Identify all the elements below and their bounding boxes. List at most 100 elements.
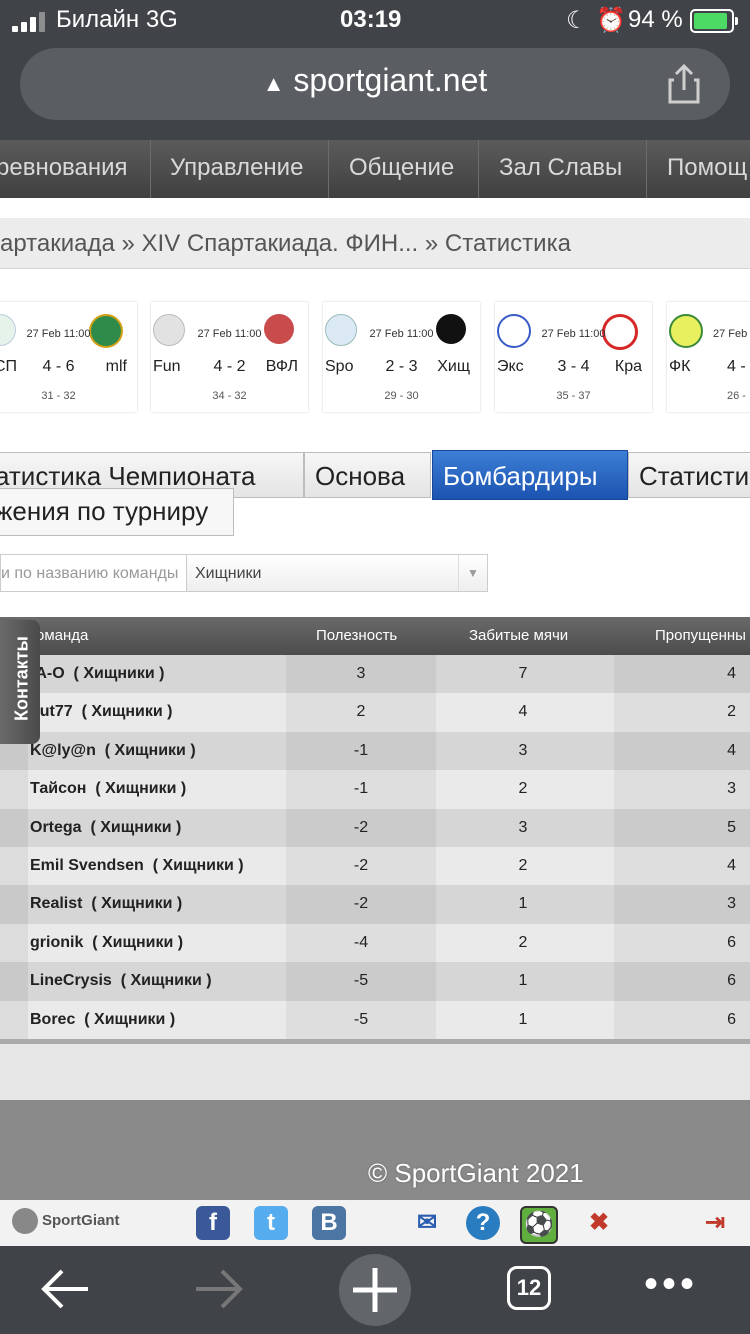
tab-standings[interactable]: жения по турниру bbox=[0, 488, 234, 536]
player-cell[interactable]: hut77 ( Хищники ) bbox=[30, 703, 172, 721]
signal-icon bbox=[12, 10, 50, 32]
usefulness-cell: -5 bbox=[353, 1010, 369, 1028]
share-icon[interactable] bbox=[666, 64, 702, 104]
player-name[interactable]: K@ly@n bbox=[30, 742, 96, 759]
tabs-button[interactable]: 12 bbox=[507, 1266, 551, 1310]
twitter-icon[interactable]: t bbox=[254, 1206, 288, 1240]
mail-icon[interactable]: ✉ bbox=[410, 1206, 444, 1240]
match-card[interactable]: 27 Feb 11:00 Spo 2 - 3 Хищ 29 - 30 bbox=[323, 302, 480, 412]
usefulness-cell: -4 bbox=[353, 933, 369, 951]
logout-icon[interactable]: ⇥ bbox=[698, 1206, 732, 1240]
usefulness-cell: -2 bbox=[353, 818, 369, 836]
team-select[interactable]: Хищники ▼ bbox=[186, 554, 488, 592]
battery-percent: 94 % bbox=[628, 6, 683, 33]
help-icon[interactable]: ? bbox=[466, 1206, 500, 1240]
match-card[interactable]: 27 Feb ФК 4 - 26 - bbox=[667, 302, 750, 412]
match-card[interactable]: 27 Feb 11:00 СП 4 - 6 mlf 31 - 32 bbox=[0, 302, 137, 412]
match-sub: 31 - 32 bbox=[41, 390, 76, 402]
player-name[interactable]: Ortega bbox=[30, 819, 82, 836]
match-date: 27 Feb 11:00 bbox=[369, 328, 434, 340]
site-footer: © SportGiant 2021 bbox=[0, 1100, 750, 1200]
match-away: ВФЛ bbox=[265, 358, 298, 375]
conceded-cell: 3 bbox=[727, 895, 736, 913]
breadcrumb-text[interactable]: артакиада » XIV Спартакиада. ФИН... » Ст… bbox=[0, 230, 571, 258]
match-away: Кра bbox=[614, 358, 642, 375]
warning-icon: ▲ bbox=[262, 71, 285, 96]
player-cell[interactable]: grionik ( Хищники ) bbox=[30, 934, 183, 952]
moon-icon: ☾ bbox=[566, 7, 588, 34]
header-team[interactable]: оманда bbox=[36, 627, 88, 644]
conceded-cell: 6 bbox=[727, 972, 736, 990]
player-cell[interactable]: -А-О ( Хищники ) bbox=[30, 665, 164, 683]
match-sub: 35 - 37 bbox=[556, 390, 591, 402]
sportgiant-logo-icon bbox=[12, 1208, 38, 1234]
more-icon[interactable]: ••• bbox=[644, 1262, 698, 1307]
conceded-cell: 5 bbox=[727, 818, 736, 836]
chevron-down-icon: ▼ bbox=[458, 555, 487, 591]
tools-icon[interactable]: ✖ bbox=[582, 1206, 616, 1240]
player-name[interactable]: Emil Svendsen bbox=[30, 857, 144, 874]
goals-cell: 1 bbox=[518, 895, 528, 913]
new-tab-button[interactable] bbox=[339, 1254, 411, 1326]
player-team: ( Хищники ) bbox=[152, 857, 244, 874]
player-name[interactable]: grionik bbox=[30, 934, 83, 951]
header-usefulness[interactable]: Полезность bbox=[316, 627, 397, 644]
player-cell[interactable]: Ortega ( Хищники ) bbox=[30, 819, 181, 837]
player-team: ( Хищники ) bbox=[73, 665, 165, 682]
conceded-cell: 4 bbox=[727, 741, 736, 759]
conceded-cell: 6 bbox=[727, 1010, 736, 1028]
nav-item-hall-of-fame[interactable]: Зал Славы bbox=[499, 154, 622, 182]
back-arrow-icon[interactable] bbox=[38, 1266, 90, 1312]
team-logo-icon bbox=[669, 314, 703, 348]
goals-cell: 2 bbox=[518, 780, 528, 798]
carrier-label: Билайн 3G bbox=[56, 6, 178, 33]
player-cell[interactable]: Realist ( Хищники ) bbox=[30, 895, 182, 913]
content-bottom-band bbox=[0, 1044, 750, 1102]
alarm-icon: ⏰ bbox=[596, 7, 626, 34]
player-cell[interactable]: Тайсон ( Хищники ) bbox=[30, 780, 186, 798]
player-cell[interactable]: Emil Svendsen ( Хищники ) bbox=[30, 857, 244, 875]
tab-main[interactable]: Основа bbox=[304, 452, 431, 498]
player-team: ( Хищники ) bbox=[120, 972, 212, 990]
goals-cell: 2 bbox=[518, 857, 528, 874]
nav-item-community[interactable]: Общение bbox=[349, 154, 454, 182]
team-search-input[interactable]: и по названию команды bbox=[0, 554, 186, 592]
nav-item-help[interactable]: Помощ bbox=[667, 154, 747, 182]
player-name[interactable]: LineCrysis bbox=[30, 972, 112, 989]
player-team: ( Хищники ) bbox=[84, 1010, 176, 1028]
tab-stats[interactable]: Статисти bbox=[628, 452, 750, 498]
table-row: Realist ( Хищники ) -2 1 3 bbox=[0, 885, 750, 924]
vk-icon[interactable]: B bbox=[312, 1206, 346, 1240]
facebook-icon[interactable]: f bbox=[196, 1206, 230, 1240]
address-bar[interactable]: ▲ sportgiant.net bbox=[20, 48, 730, 120]
header-conceded[interactable]: Пропущенны bbox=[655, 627, 746, 644]
match-date: 27 Feb 11:00 bbox=[26, 328, 91, 340]
player-cell[interactable]: LineCrysis ( Хищники ) bbox=[30, 972, 212, 990]
player-name[interactable]: Realist bbox=[30, 895, 82, 912]
contacts-side-tab[interactable]: Контакты bbox=[0, 620, 40, 744]
clock: 03:19 bbox=[340, 6, 402, 33]
battery-icon bbox=[690, 9, 738, 33]
table-row: hut77 ( Хищники ) 2 4 2 bbox=[0, 693, 750, 732]
player-name[interactable]: Borec bbox=[30, 1011, 75, 1028]
player-cell[interactable]: K@ly@n ( Хищники ) bbox=[30, 742, 196, 760]
tab-scorers[interactable]: Бомбардиры bbox=[432, 450, 628, 500]
match-date: 27 Feb bbox=[713, 328, 748, 340]
table-header: оманда Полезность Забитые мячи Пропущенн… bbox=[0, 617, 750, 655]
url-text: sportgiant.net bbox=[293, 62, 488, 98]
match-card[interactable]: 27 Feb 11:00 Fun 4 - 2 ВФЛ 34 - 32 bbox=[151, 302, 308, 412]
header-goals[interactable]: Забитые мячи bbox=[469, 627, 568, 644]
usefulness-cell: 2 bbox=[356, 703, 366, 721]
forward-arrow-icon[interactable] bbox=[194, 1266, 246, 1312]
nav-item-management[interactable]: Управление bbox=[170, 154, 303, 182]
goals-cell: 3 bbox=[518, 818, 528, 836]
player-cell[interactable]: Borec ( Хищники ) bbox=[30, 1011, 175, 1029]
player-name[interactable]: Тайсон bbox=[30, 780, 86, 797]
nav-item-competitions[interactable]: ревнования bbox=[0, 154, 128, 182]
football-icon[interactable]: ⚽ bbox=[520, 1206, 558, 1244]
player-team: ( Хищники ) bbox=[91, 895, 183, 913]
conceded-cell: 3 bbox=[727, 780, 736, 798]
match-score: 4 - bbox=[727, 358, 746, 375]
match-card[interactable]: 27 Feb 11:00 Экс 3 - 4 Кра 35 - 37 bbox=[495, 302, 652, 412]
plus-icon bbox=[353, 1268, 397, 1312]
